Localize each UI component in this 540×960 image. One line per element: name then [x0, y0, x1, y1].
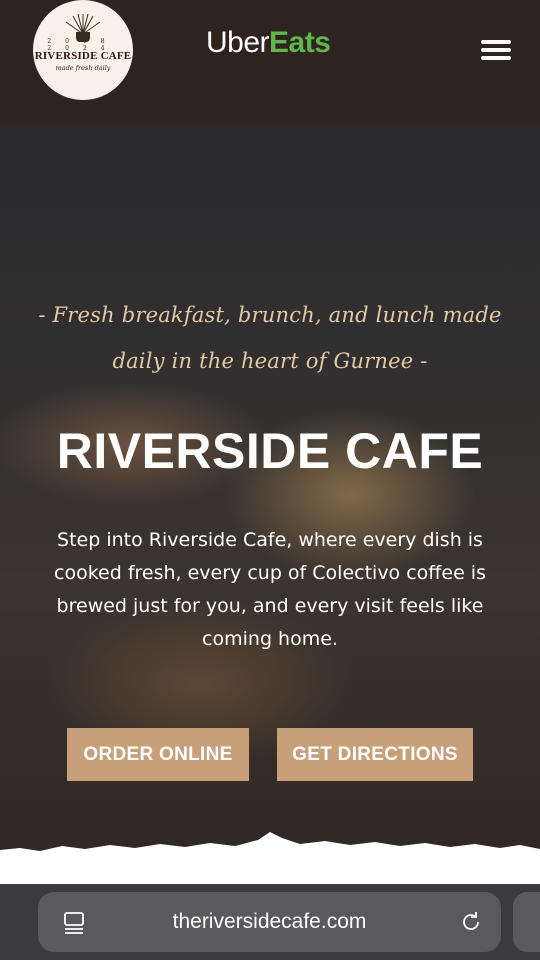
next-tab-preview[interactable]: [513, 892, 540, 952]
hero-title: RIVERSIDE CAFE: [56, 423, 484, 479]
torn-paper-divider: [0, 832, 540, 884]
hero-tagline: - Fresh breakfast, brunch, and lunch mad…: [38, 303, 502, 373]
site-header: 2018 2024 RIVERSIDE CAFE made fresh dail…: [0, 0, 540, 124]
hero-section: - Fresh breakfast, brunch, and lunch mad…: [0, 124, 540, 884]
brand-eats: Eats: [269, 26, 331, 59]
brand-uber: Uber: [206, 26, 270, 59]
url-text: theriversidecafe.com: [172, 910, 367, 933]
browser-address-bar: theriversidecafe.com: [0, 884, 540, 960]
url-field[interactable]: theriversidecafe.com: [38, 892, 501, 952]
riverside-cafe-logo[interactable]: 2018 2024 RIVERSIDE CAFE made fresh dail…: [33, 0, 133, 100]
hamburger-menu-icon[interactable]: [481, 40, 511, 62]
reload-icon[interactable]: [459, 910, 483, 934]
hero-description: Step into Riverside Cafe, where every di…: [54, 529, 486, 650]
uber-eats-link[interactable]: UberEats: [206, 26, 331, 60]
logo-years: 2018 2024: [47, 38, 119, 52]
get-directions-button[interactable]: GET DIRECTIONS: [277, 728, 473, 781]
order-online-button[interactable]: ORDER ONLINE: [67, 728, 249, 781]
logo-tagline: made fresh daily: [55, 64, 111, 72]
